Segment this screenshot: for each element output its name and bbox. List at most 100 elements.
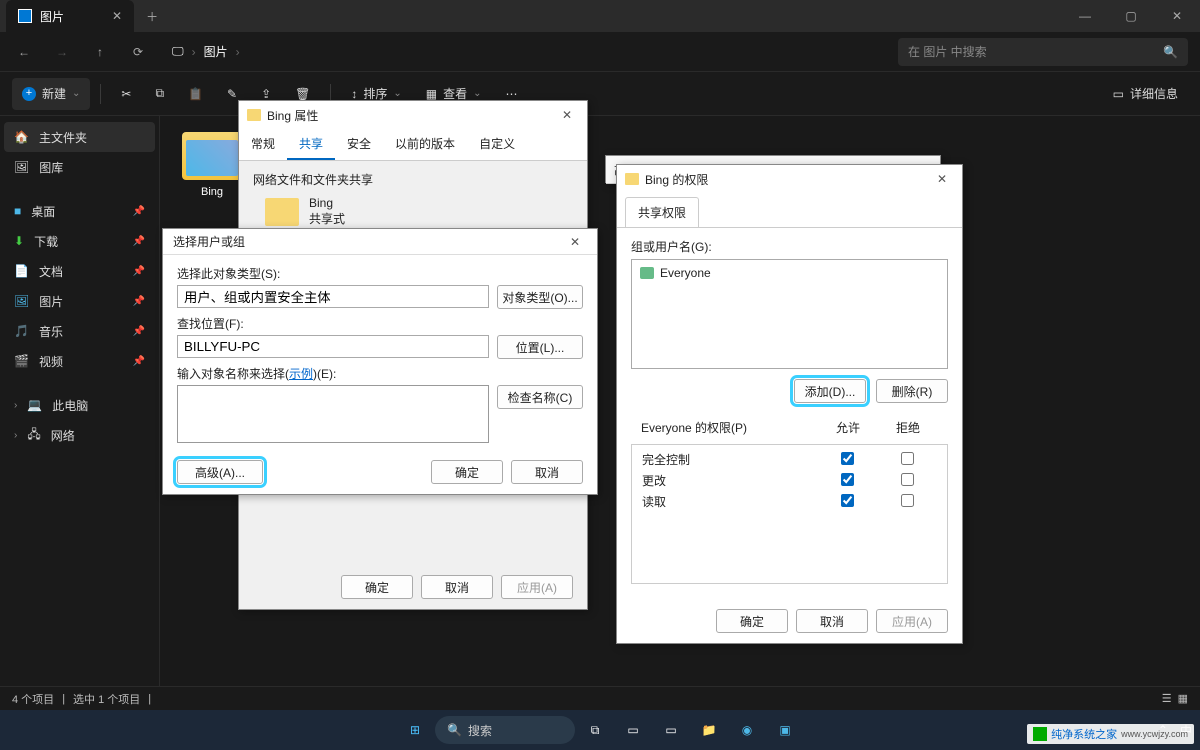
add-button[interactable]: 添加(D)... (794, 379, 866, 403)
sidebar-item-home[interactable]: 🏠主文件夹 (4, 122, 155, 152)
home-icon: 🏠 (14, 130, 29, 144)
cancel-button[interactable]: 取消 (421, 575, 493, 599)
pin-icon: 📌 (133, 296, 145, 307)
sidebar-item-videos[interactable]: 🎬视频📌 (4, 346, 155, 376)
close-icon[interactable]: ✕ (555, 108, 579, 122)
list-item[interactable]: Everyone (636, 264, 943, 282)
sidebar-item-thispc[interactable]: ›💻此电脑 (4, 390, 155, 420)
allow-checkbox[interactable] (841, 473, 854, 486)
dialog-titlebar[interactable]: Bing 属性 ✕ (239, 101, 587, 129)
object-type-label: 选择此对象类型(S): (177, 265, 583, 282)
group-icon (640, 267, 654, 279)
remove-button[interactable]: 删除(R) (876, 379, 948, 403)
up-button[interactable]: ↑ (88, 40, 112, 64)
group-label: 组或用户名(G): (631, 238, 948, 255)
paste-button[interactable]: 📋 (178, 78, 213, 110)
task-view-button[interactable]: ⧉ (577, 714, 613, 746)
permission-row: 完全控制 (632, 449, 947, 470)
folder-icon (265, 198, 299, 226)
apply-button[interactable]: 应用(A) (876, 609, 948, 633)
deny-checkbox[interactable] (901, 452, 914, 465)
chevron-down-icon: ⌄ (473, 88, 481, 99)
taskbar-app[interactable]: ▣ (767, 714, 803, 746)
object-types-button[interactable]: 对象类型(O)... (497, 285, 583, 309)
folder-icon (247, 109, 261, 121)
cut-button[interactable]: ✂ (111, 78, 141, 110)
minimize-button[interactable]: — (1062, 0, 1108, 32)
allow-checkbox[interactable] (841, 494, 854, 507)
tab-general[interactable]: 常规 (239, 129, 287, 160)
deny-checkbox[interactable] (901, 473, 914, 486)
tab-security[interactable]: 安全 (335, 129, 383, 160)
copy-button[interactable]: ⧉ (145, 78, 174, 110)
cancel-button[interactable]: 取消 (511, 460, 583, 484)
ok-button[interactable]: 确定 (716, 609, 788, 633)
window-tab[interactable]: 图片 ✕ (6, 0, 134, 32)
share-item-name: Bing (309, 196, 345, 210)
toolbar: + 新建 ⌄ ✂ ⧉ 📋 ✎ ⇪ 🗑 ↕ 排序 ⌄ ▦ 查看 ⌄ ⋯ ▭ 详细信… (0, 72, 1200, 116)
dialog-title: Bing 的权限 (645, 171, 708, 188)
ok-button[interactable]: 确定 (431, 460, 503, 484)
dialog-titlebar[interactable]: 选择用户或组 ✕ (163, 229, 597, 255)
refresh-button[interactable]: ⟳ (126, 40, 150, 64)
locations-button[interactable]: 位置(L)... (497, 335, 583, 359)
tab-share-permissions[interactable]: 共享权限 (625, 197, 699, 227)
close-icon[interactable]: ✕ (563, 235, 587, 249)
back-button[interactable]: ← (12, 40, 36, 64)
list-view-icon[interactable]: ☰ (1162, 692, 1172, 705)
video-icon: 🎬 (14, 354, 29, 368)
forward-button[interactable]: → (50, 40, 74, 64)
gallery-icon: 🖼 (14, 160, 29, 174)
taskbar-explorer[interactable]: 📁 (691, 714, 727, 746)
document-icon: 📄 (14, 264, 29, 278)
item-count: 4 个项目 (12, 691, 54, 707)
sidebar-item-music[interactable]: 🎵音乐📌 (4, 316, 155, 346)
sidebar-item-downloads[interactable]: ⬇下载📌 (4, 226, 155, 256)
advanced-button[interactable]: 高级(A)... (177, 460, 263, 484)
breadcrumb[interactable]: 🖵 › 图片 中 › (164, 43, 884, 60)
sidebar-item-desktop[interactable]: ■桌面📌 (4, 196, 155, 226)
permissions-for-label: Everyone 的权限(P) (641, 419, 818, 436)
allow-checkbox[interactable] (841, 452, 854, 465)
sidebar-item-network[interactable]: ›🖧网络 (4, 420, 155, 450)
search-placeholder: 在 图片 中搜索 (908, 43, 1163, 60)
tab-custom[interactable]: 自定义 (467, 129, 527, 160)
music-icon: 🎵 (14, 324, 29, 338)
select-user-dialog: 选择用户或组 ✕ 选择此对象类型(S): 对象类型(O)... 查找位置(F):… (162, 228, 598, 495)
taskbar-search[interactable]: 🔍搜索 (435, 716, 575, 744)
examples-link[interactable]: 示例 (289, 367, 313, 381)
taskbar-edge[interactable]: ◉ (729, 714, 765, 746)
names-input[interactable] (177, 385, 489, 443)
new-button[interactable]: + 新建 ⌄ (12, 78, 90, 110)
close-tab-icon[interactable]: ✕ (112, 9, 122, 23)
cancel-button[interactable]: 取消 (796, 609, 868, 633)
sidebar-item-pictures[interactable]: 🖼图片📌 (4, 286, 155, 316)
pictures-icon (18, 9, 32, 23)
sidebar-item-documents[interactable]: 📄文档📌 (4, 256, 155, 286)
tab-strip: 常规 共享 安全 以前的版本 自定义 (239, 129, 587, 161)
statusbar: 4 个项目 | 选中 1 个项目 | ☰ ▦ (0, 686, 1200, 710)
tab-previous[interactable]: 以前的版本 (383, 129, 467, 160)
taskbar-app[interactable]: ▭ (653, 714, 689, 746)
dialog-titlebar[interactable]: Bing 的权限 ✕ (617, 165, 962, 193)
grid-view-icon[interactable]: ▦ (1178, 692, 1188, 705)
search-input[interactable]: 在 图片 中搜索 🔍 (898, 38, 1188, 66)
check-names-button[interactable]: 检查名称(C) (497, 385, 583, 409)
dialog-title: 选择用户或组 (173, 233, 245, 250)
folder-icon (182, 132, 242, 180)
crumb-pictures[interactable]: 图片 (204, 43, 228, 60)
start-button[interactable]: ⊞ (397, 714, 433, 746)
maximize-button[interactable]: ▢ (1108, 0, 1154, 32)
add-tab-button[interactable]: ＋ (146, 8, 158, 25)
deny-checkbox[interactable] (901, 494, 914, 507)
taskbar-app[interactable]: ▭ (615, 714, 651, 746)
details-pane-button[interactable]: ▭ 详细信息 (1103, 78, 1188, 110)
permission-row: 读取 (632, 491, 947, 512)
tab-share[interactable]: 共享 (287, 129, 335, 160)
users-listbox[interactable]: Everyone (631, 259, 948, 369)
close-icon[interactable]: ✕ (930, 172, 954, 186)
close-button[interactable]: ✕ (1154, 0, 1200, 32)
ok-button[interactable]: 确定 (341, 575, 413, 599)
sidebar-item-gallery[interactable]: 🖼图库 (4, 152, 155, 182)
apply-button[interactable]: 应用(A) (501, 575, 573, 599)
